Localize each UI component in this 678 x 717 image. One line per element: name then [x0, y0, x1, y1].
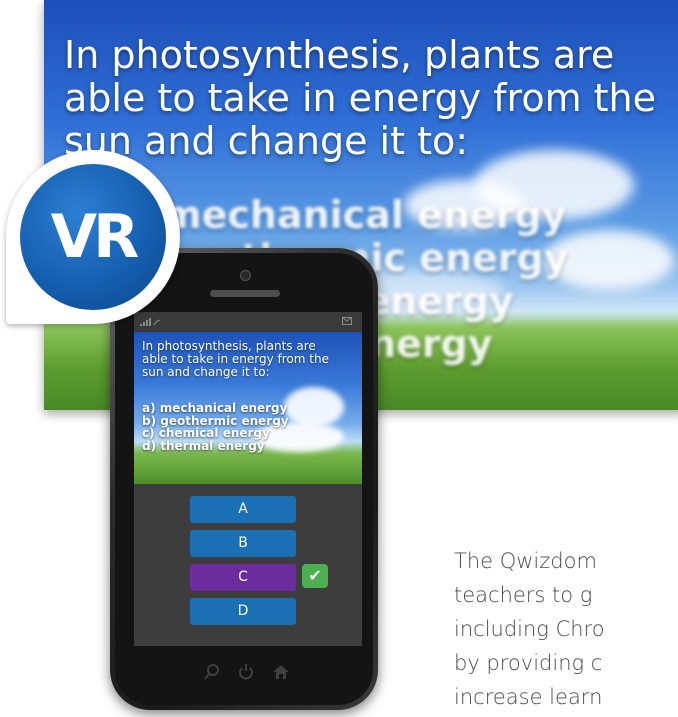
- slide-question-line: In photosynthesis, plants are: [64, 33, 615, 77]
- signal-icon: [140, 318, 162, 329]
- search-icon[interactable]: [204, 664, 220, 685]
- mail-icon: [342, 317, 352, 328]
- slide-option: mechanical energy: [162, 193, 567, 237]
- camera-icon: [240, 270, 251, 281]
- description-text: The Qwizdom teachers to g including Chro…: [454, 544, 678, 714]
- phone-question: In photosynthesis, plants are able to ta…: [142, 340, 358, 379]
- phone-screen: In photosynthesis, plants are able to ta…: [134, 312, 362, 646]
- phone-question-line: sun and change it to:: [142, 365, 270, 379]
- description-line: including Chro: [454, 617, 605, 641]
- phone-option: c) chemical energy: [142, 426, 270, 440]
- slide-question-line: sun and change it to:: [64, 119, 469, 163]
- vr-logo-badge: VR: [6, 150, 180, 324]
- phone-option: d) thermal energy: [142, 438, 265, 453]
- home-icon[interactable]: [272, 664, 290, 685]
- power-icon[interactable]: [238, 664, 254, 685]
- phone-options: a) mechanical energy b) geothermic energ…: [142, 402, 358, 452]
- answer-d-button[interactable]: D: [190, 598, 296, 625]
- phone-question-slide: In photosynthesis, plants are able to ta…: [134, 332, 362, 484]
- description-line: The Qwizdom: [454, 549, 597, 573]
- speaker-grille: [210, 290, 280, 297]
- phone-option: a) mechanical energy: [142, 401, 288, 415]
- description-line: increase learn: [454, 685, 603, 709]
- description-line: teachers to g: [454, 583, 593, 607]
- check-icon: ✔: [302, 564, 328, 588]
- vr-logo: VR: [20, 164, 166, 310]
- answer-a-button[interactable]: A: [190, 496, 296, 523]
- slide-question: In photosynthesis, plants are able to ta…: [64, 34, 664, 163]
- answer-panel: A B C ✔ D: [134, 484, 362, 646]
- vr-logo-label: VR: [50, 202, 140, 272]
- phone-device: In photosynthesis, plants are able to ta…: [110, 248, 378, 710]
- phone-home-bar: [134, 658, 362, 692]
- status-bar: [134, 312, 362, 332]
- description-line: by providing c: [454, 651, 603, 675]
- slide-question-line: able to take in energy from the: [64, 76, 657, 120]
- answer-c-button[interactable]: C: [190, 564, 296, 591]
- answer-b-button[interactable]: B: [190, 530, 296, 557]
